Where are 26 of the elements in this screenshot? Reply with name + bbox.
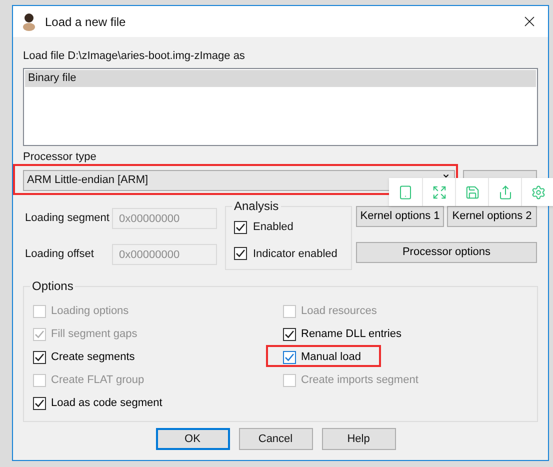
checkbox-label: Indicator enabled [253, 246, 338, 262]
window-title: Load a new file [45, 14, 126, 30]
group-title: Options [30, 279, 76, 293]
load-file-label: Load file D:\zImage\aries-boot.img-zImage as [23, 49, 246, 64]
processor-dropdown[interactable]: ARM Little-endian [ARM] [23, 170, 455, 191]
checkbox-label: Loading options [51, 304, 129, 319]
dialog-button[interactable]: Processor options [356, 242, 537, 263]
checkbox-label: Enabled [253, 220, 294, 235]
dialog-button[interactable]: Cancel [238, 428, 312, 450]
checkbox-label: Create segments [51, 350, 135, 365]
checkbox-label: Rename DLL entries [301, 326, 402, 342]
checkbox-label: Load resources [301, 304, 377, 319]
checkbox-label: Create FLAT group [51, 372, 144, 388]
checkbox-label: Manual load [301, 350, 361, 365]
group-title: Analysis [232, 199, 281, 213]
dialog-button[interactable]: Kernel options 1 [356, 206, 444, 227]
field-label: Loading offset [24, 247, 95, 262]
dialog-button[interactable]: OK [156, 428, 230, 450]
checkbox-label: Fill segment gaps [51, 326, 138, 342]
list-item[interactable]: Binary file [25, 70, 536, 87]
processor-label: Processor type [23, 151, 98, 164]
dialog-button[interactable]: Help [322, 428, 396, 450]
field-label: Loading segment [24, 211, 110, 226]
checkbox-label: Create imports segment [301, 372, 418, 388]
checkbox-label: Load as code segment [51, 396, 162, 411]
dialog-button[interactable]: Kernel options 2 [447, 206, 537, 227]
